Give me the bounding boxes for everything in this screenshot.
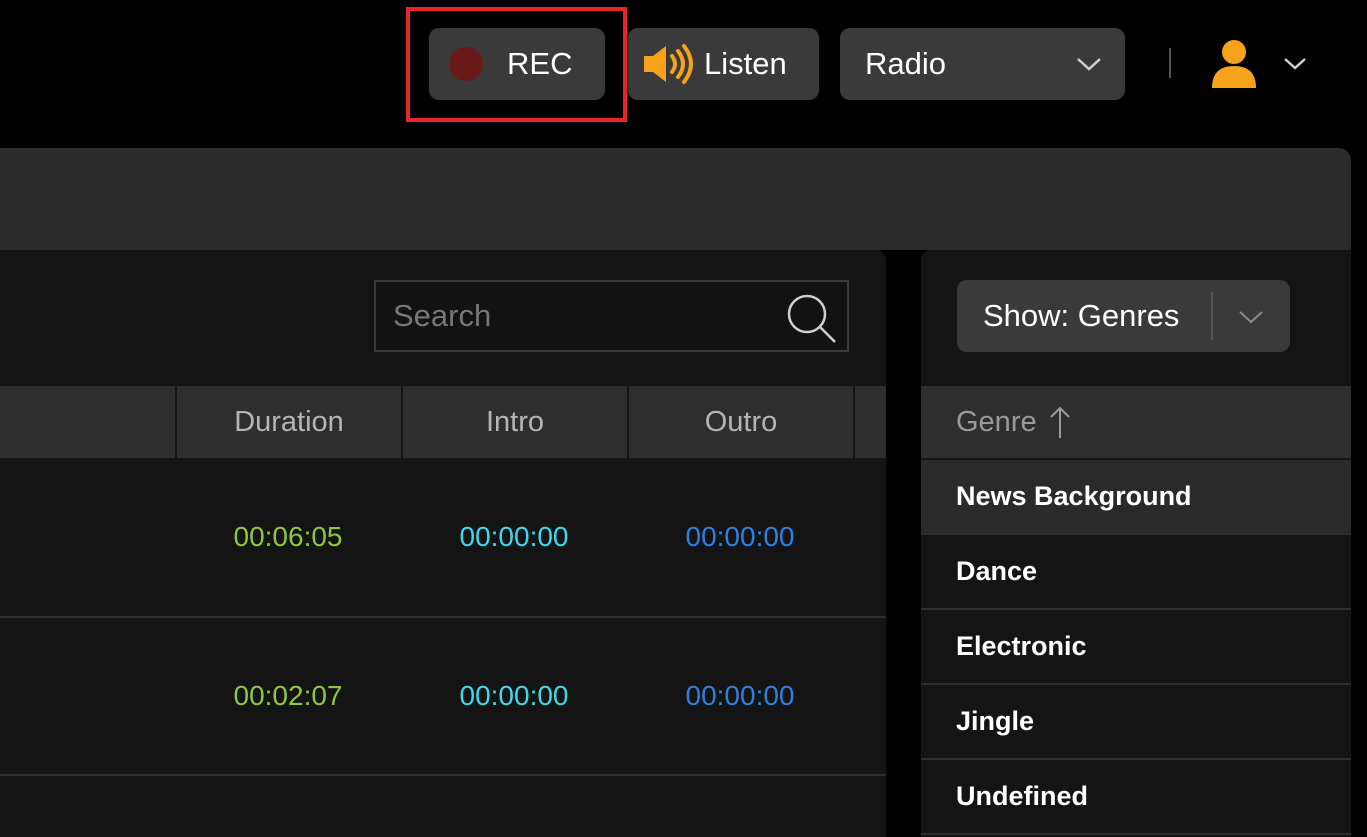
user-menu-chevron-icon[interactable] xyxy=(1282,56,1308,72)
genre-item-news-background[interactable]: News Background xyxy=(921,460,1351,535)
header-divider xyxy=(1169,48,1171,78)
column-header-extra[interactable] xyxy=(853,386,886,458)
select-separator xyxy=(1211,292,1213,340)
column-header-intro[interactable]: Intro xyxy=(401,386,627,458)
station-select-value: Radio xyxy=(865,46,946,81)
table-row[interactable]: 00:06:05 00:00:00 00:00:00 xyxy=(0,458,886,618)
search-icon[interactable] xyxy=(783,290,839,346)
intro-cell: 00:00:00 xyxy=(459,521,569,552)
genre-column-label: Genre xyxy=(956,405,1037,438)
genre-item-electronic[interactable]: Electronic xyxy=(921,610,1351,685)
chevron-down-icon xyxy=(1239,311,1263,324)
column-header-title[interactable] xyxy=(0,386,175,458)
listen-button[interactable]: Listen xyxy=(628,28,819,100)
sort-ascending-icon xyxy=(1049,406,1070,438)
genre-item-dance[interactable]: Dance xyxy=(921,535,1351,610)
rec-button-label: REC xyxy=(507,46,573,81)
tracks-table-header: Duration Intro Outro xyxy=(0,386,886,458)
user-icon[interactable] xyxy=(1210,38,1258,90)
toolbar-band xyxy=(0,148,1351,250)
genre-column-header[interactable]: Genre xyxy=(921,386,1351,458)
table-row[interactable]: 00:02:07 00:00:00 00:00:00 xyxy=(0,618,886,776)
search-input[interactable] xyxy=(391,297,771,335)
intro-cell: 00:00:00 xyxy=(459,680,569,711)
genre-item-jingle[interactable]: Jingle xyxy=(921,685,1351,760)
column-header-outro[interactable]: Outro xyxy=(627,386,853,458)
record-dot-icon xyxy=(449,47,483,81)
show-select-value: Show: Genres xyxy=(983,298,1180,333)
search-box[interactable] xyxy=(374,280,849,352)
station-select[interactable]: Radio xyxy=(840,28,1125,100)
rec-button[interactable]: REC xyxy=(429,28,605,100)
outro-cell: 00:00:00 xyxy=(685,680,795,711)
duration-cell: 00:02:07 xyxy=(233,680,343,711)
top-bar: REC Listen Radio xyxy=(0,0,1367,130)
outro-cell: 00:00:00 xyxy=(685,521,795,552)
duration-cell: 00:06:05 xyxy=(233,521,343,552)
speaker-icon xyxy=(644,44,693,84)
column-header-duration[interactable]: Duration xyxy=(175,386,401,458)
listen-button-label: Listen xyxy=(704,46,787,81)
chevron-down-icon xyxy=(1077,58,1101,71)
genres-panel: Show: Genres Genre News Background Dance… xyxy=(921,250,1351,837)
genre-item-undefined[interactable]: Undefined xyxy=(921,760,1351,835)
show-genres-select[interactable]: Show: Genres xyxy=(957,280,1290,352)
tracks-panel: Duration Intro Outro 00:06:05 00:00:00 0… xyxy=(0,250,886,837)
